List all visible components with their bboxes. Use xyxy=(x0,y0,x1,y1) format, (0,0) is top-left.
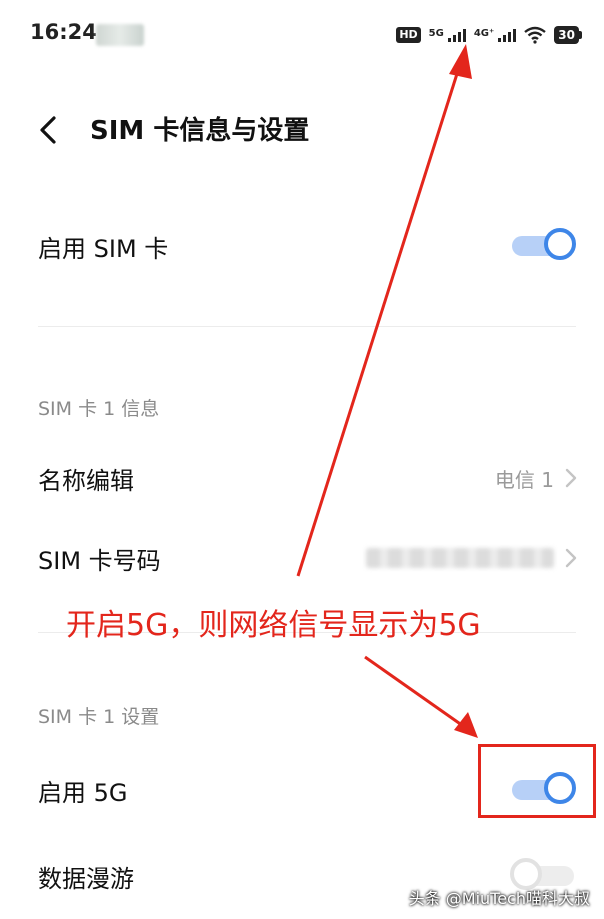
name-edit-value: 电信 1 xyxy=(494,467,554,492)
sim-number-label: SIM 卡号码 xyxy=(38,546,161,575)
blurred-notification-icon xyxy=(96,24,144,46)
page-title: SIM 卡信息与设置 xyxy=(90,116,310,146)
highlight-box xyxy=(478,744,596,818)
name-edit-label: 名称编辑 xyxy=(38,466,134,495)
name-edit-row[interactable]: 名称编辑 电信 1 xyxy=(38,458,578,498)
status-time: 16:24 xyxy=(30,20,97,44)
battery-icon: 30 xyxy=(554,26,582,44)
sim2-signal-icon: 4G⁺ xyxy=(474,28,517,42)
status-bar: 16:24 HD 5G 4G⁺ 30 xyxy=(0,0,604,66)
wifi-icon xyxy=(524,26,547,44)
sim1-signal-icon: 5G xyxy=(429,28,466,42)
chevron-left-icon[interactable] xyxy=(34,112,64,148)
arrow-head-down xyxy=(454,712,478,738)
enable-sim-toggle[interactable] xyxy=(510,228,578,264)
hd-voice-icon: HD xyxy=(396,27,421,43)
divider xyxy=(38,326,576,327)
chevron-right-icon xyxy=(565,468,577,488)
arrow-to-5g-toggle xyxy=(364,655,467,730)
masked-phone-number xyxy=(366,548,554,568)
watermark: 头条 @MiuTech喵科大叔 xyxy=(408,889,590,908)
chevron-right-icon xyxy=(565,548,577,568)
enable-5g-label: 启用 5G xyxy=(38,778,128,807)
annotation-text: 开启5G，则网络信号显示为5G xyxy=(66,608,481,643)
status-icons: HD 5G 4G⁺ 30 xyxy=(396,22,582,48)
sim1-info-section-title: SIM 卡 1 信息 xyxy=(38,398,160,420)
enable-sim-row[interactable]: 启用 SIM 卡 xyxy=(38,226,578,266)
sim-number-row[interactable]: SIM 卡号码 xyxy=(38,538,578,578)
sim1-settings-section-title: SIM 卡 1 设置 xyxy=(38,706,160,728)
data-roaming-label: 数据漫游 xyxy=(38,864,134,893)
enable-sim-label: 启用 SIM 卡 xyxy=(38,234,169,263)
page-header: SIM 卡信息与设置 xyxy=(0,100,604,160)
